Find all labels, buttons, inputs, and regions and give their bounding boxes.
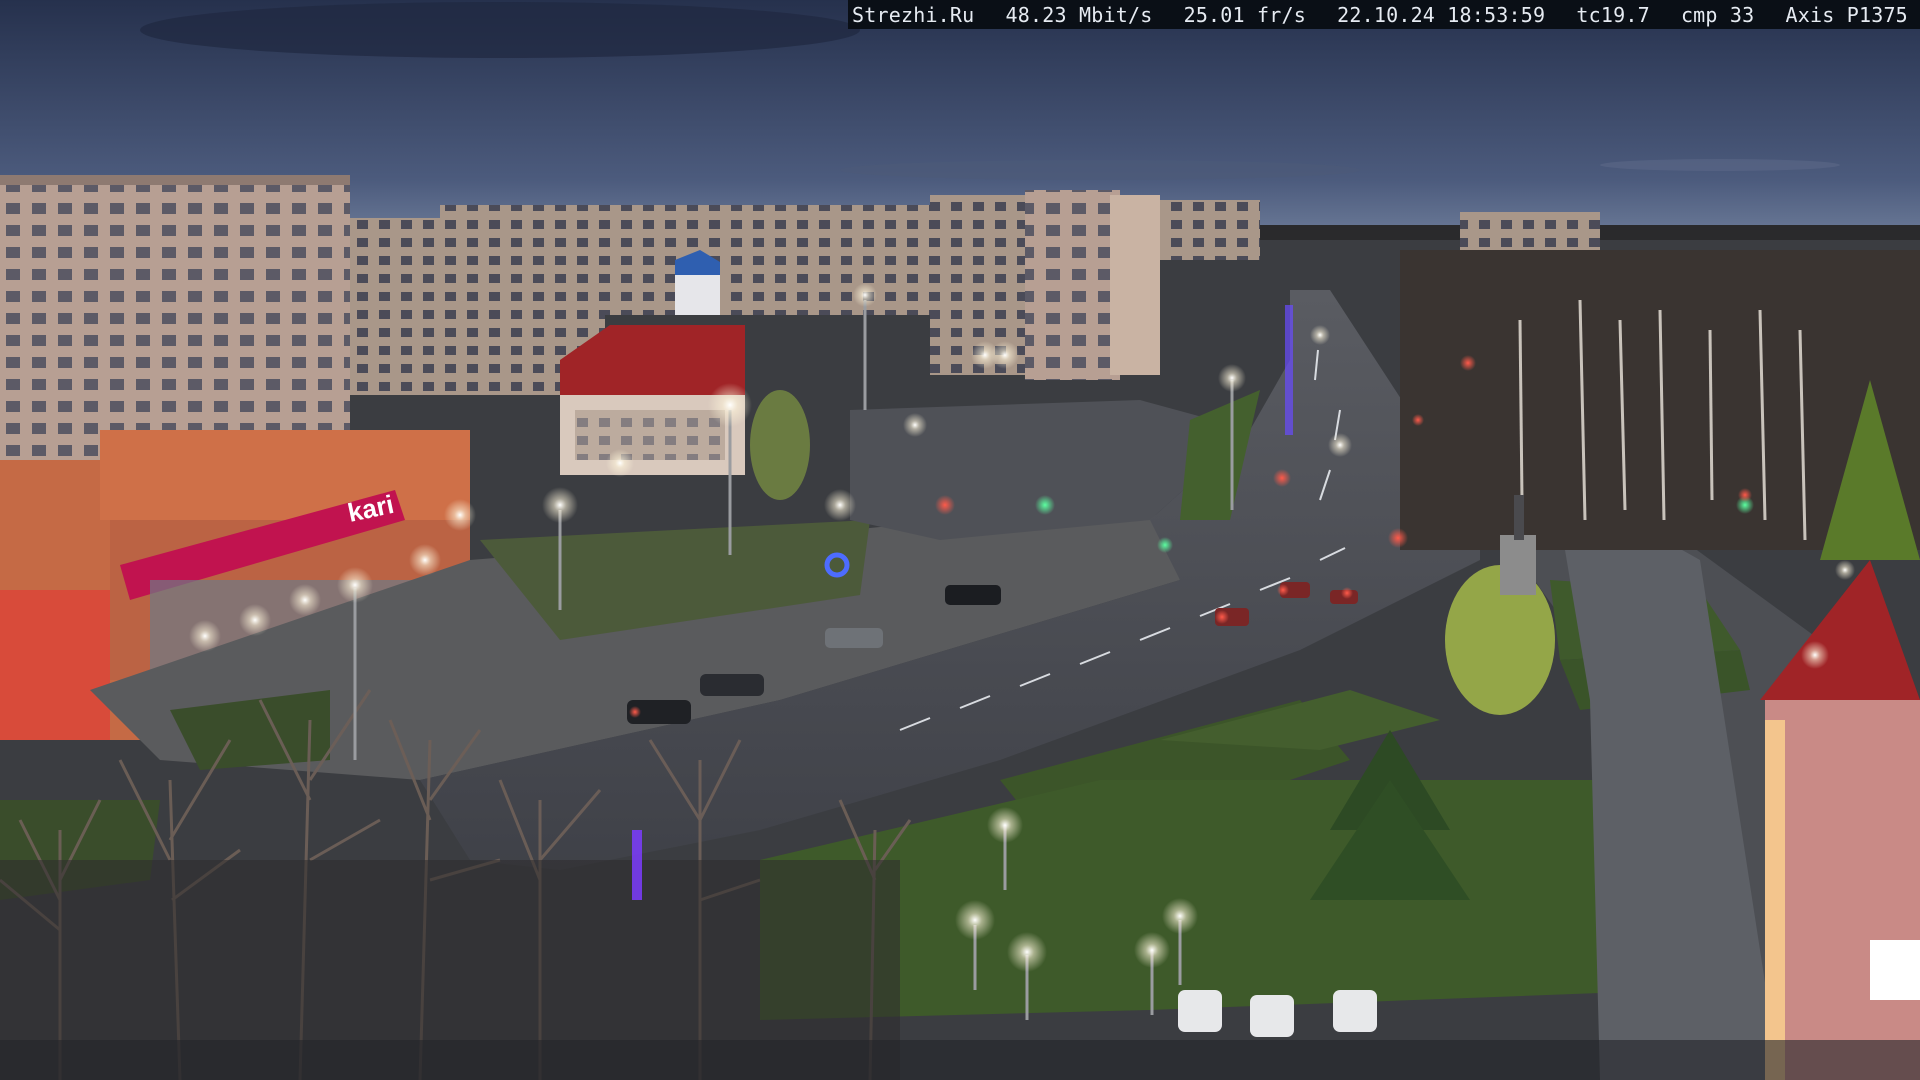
parked-cars	[1178, 990, 1377, 1037]
camera-overlay-bar: Strezhi.Ru 48.23 Mbit/s 25.01 fr/s 22.10…	[848, 0, 1920, 29]
overlay-tc: tc19.7	[1576, 2, 1650, 27]
overlay-datetime: 22.10.24 18:53:59	[1337, 2, 1546, 27]
overlay-framerate: 25.01 fr/s	[1183, 2, 1306, 27]
overlay-camera-model: Axis P1375	[1785, 2, 1908, 27]
overlay-cmp: cmp 33	[1680, 2, 1755, 27]
birch-forest-right	[1400, 250, 1920, 560]
street-scene: kari	[0, 0, 1920, 1080]
overlay-bitrate: 48.23 Mbit/s	[1005, 2, 1153, 27]
overlay-site: Strezhi.Ru	[852, 2, 975, 27]
webcam-frame: kari Strezhi.Ru 48.23 Mbit/s 25.01 fr/s …	[0, 0, 1920, 1080]
